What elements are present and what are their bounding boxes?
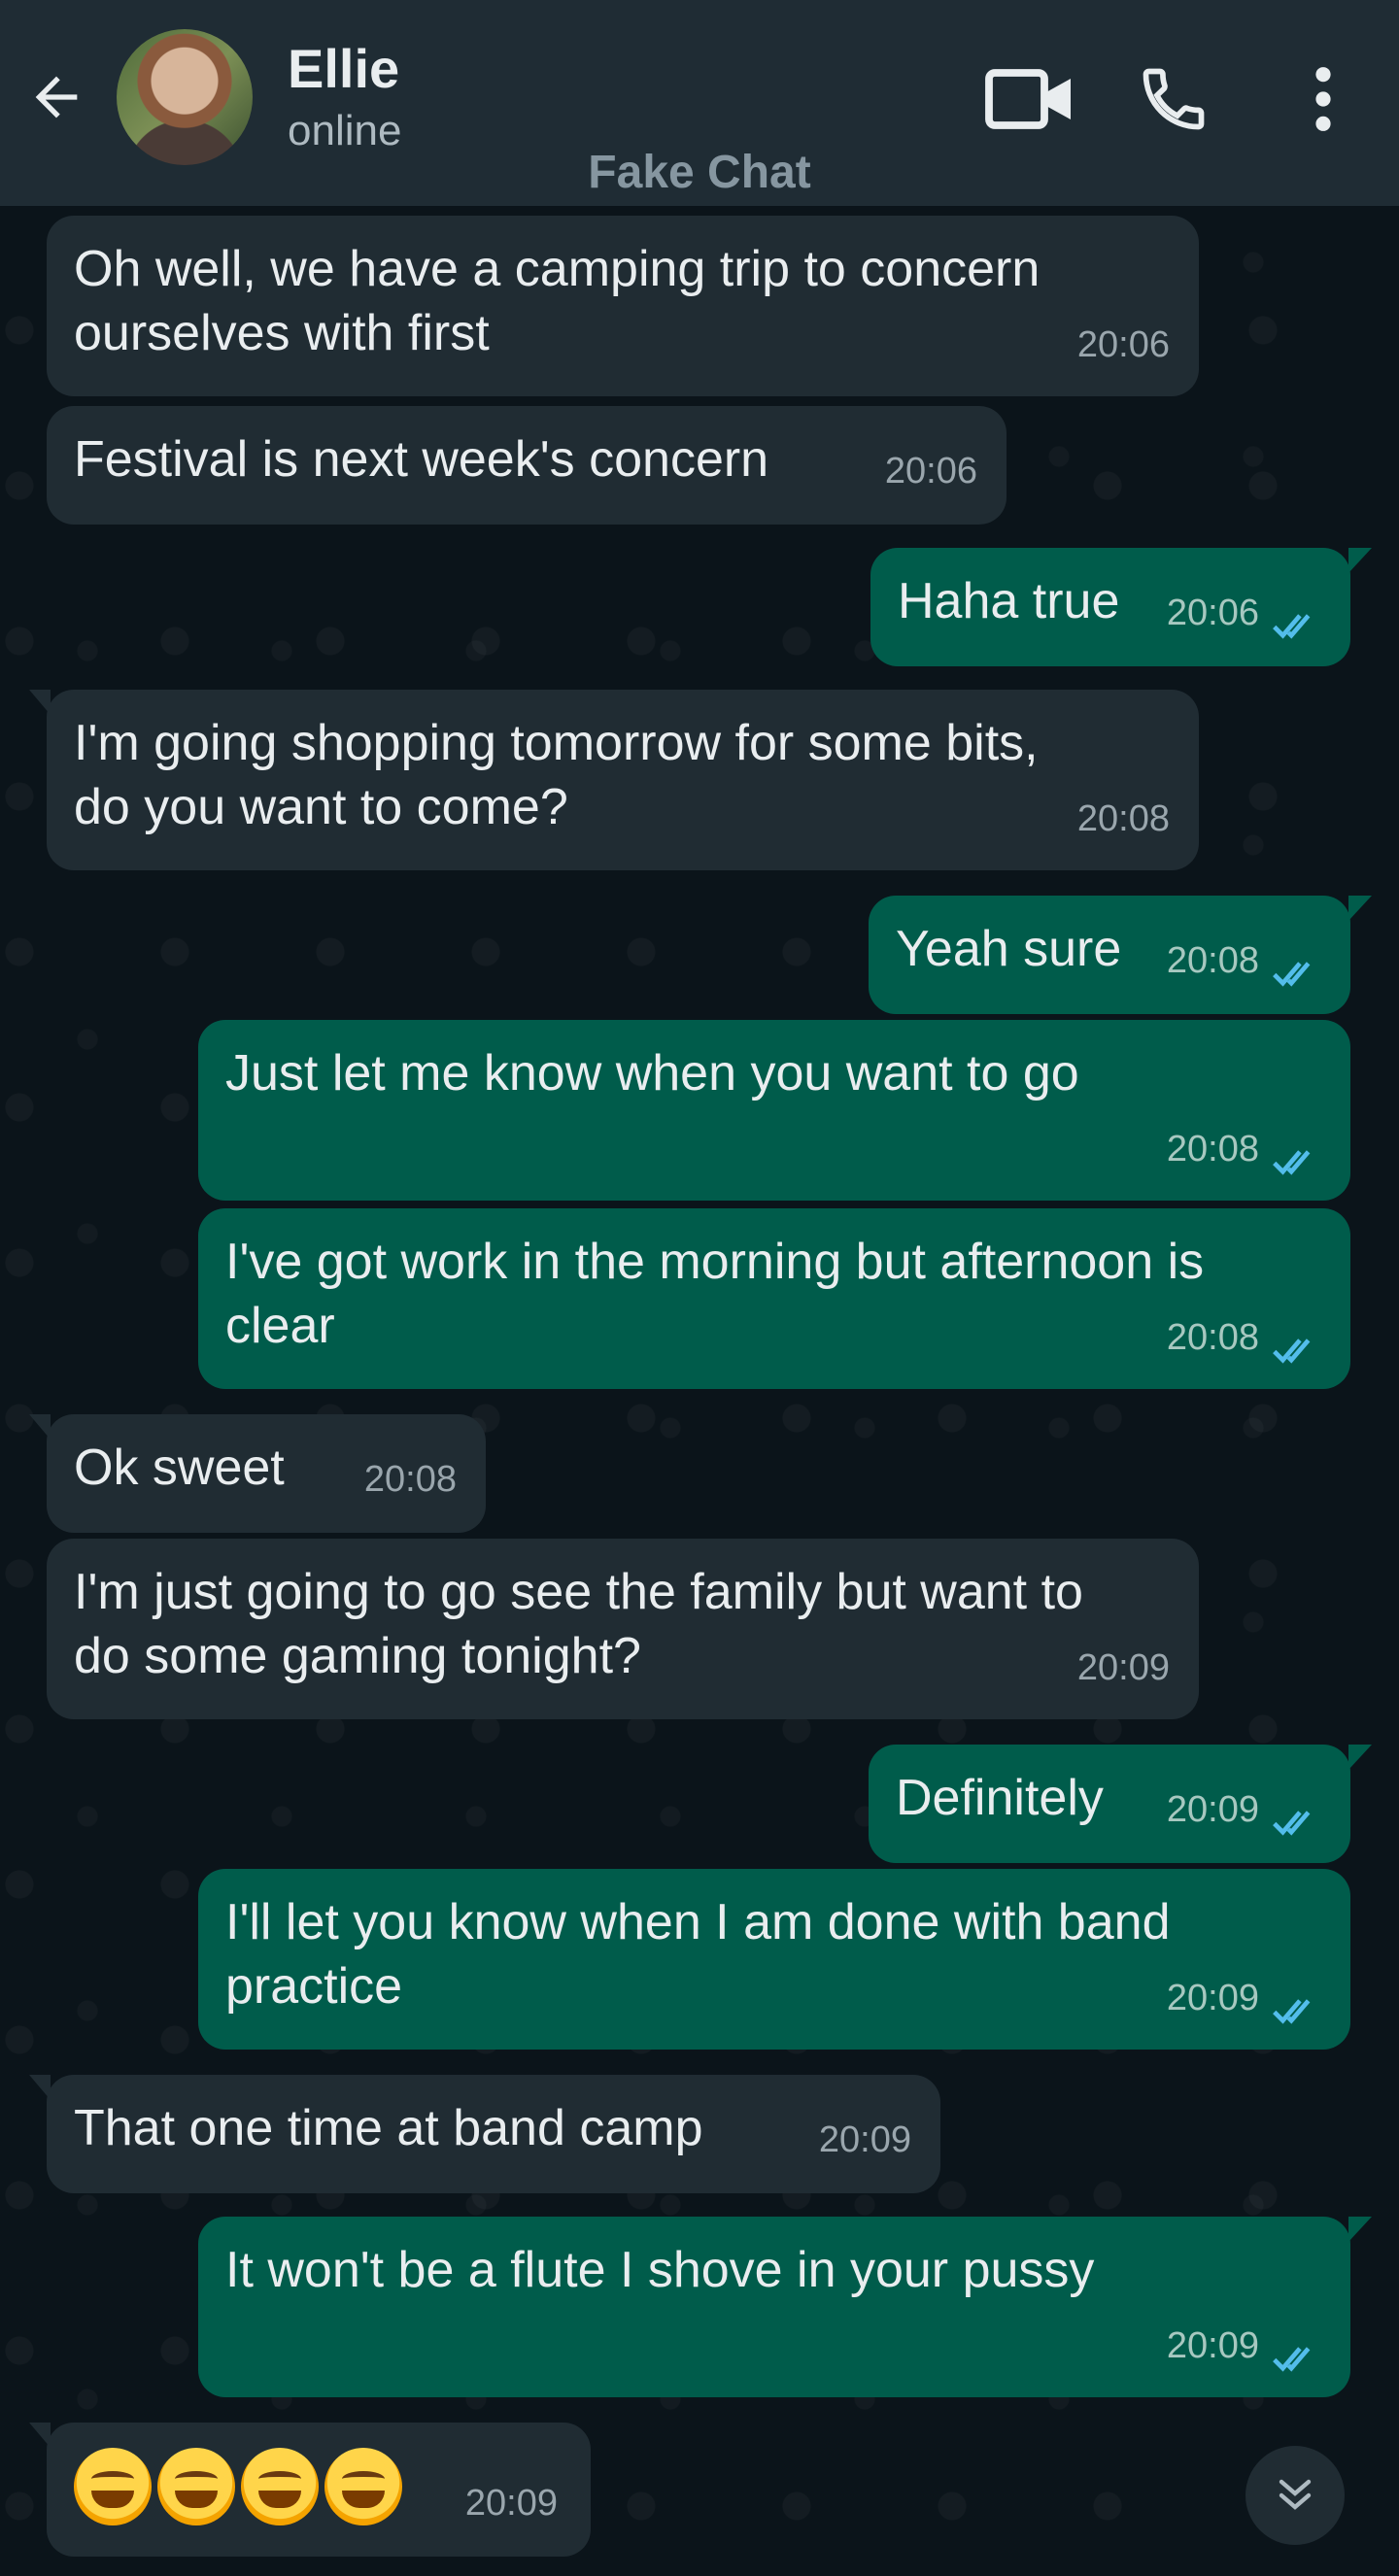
message-time: 20:08	[363, 1459, 457, 1500]
message-line: Just let me know when you want to go	[225, 1045, 1079, 1102]
message-time: 20:06	[884, 451, 977, 491]
message-time: 20:08	[1166, 1317, 1259, 1358]
message-time: 20:09	[464, 2483, 558, 2524]
message-line: I'll let you know when I am done with ba…	[225, 1894, 1171, 1950]
back-arrow-icon[interactable]	[25, 66, 87, 128]
message-line: ourselves with first	[74, 305, 490, 361]
message-bubble-outgoing[interactable]: Yeah sure 20:08	[869, 896, 1372, 1014]
message-time: 20:09	[818, 2119, 911, 2160]
message-bubble-outgoing[interactable]: I've got work in the morning but afterno…	[198, 1208, 1350, 1389]
video-call-icon[interactable]	[983, 64, 1076, 134]
message-time: 20:09	[1166, 2325, 1259, 2366]
read-ticks-icon	[1273, 1339, 1311, 1364]
bubble-tail	[29, 1414, 51, 1440]
rofl-emoji-icon	[324, 2448, 402, 2525]
message-line: Haha true	[898, 573, 1120, 629]
message-time: 20:08	[1166, 940, 1259, 981]
message-time: 20:08	[1166, 1129, 1259, 1169]
message-line: I'm going shopping tomorrow for some bit…	[74, 715, 1039, 771]
emoji-content	[74, 2448, 408, 2525]
scroll-to-bottom-button[interactable]	[1245, 2446, 1345, 2545]
message-bubble-incoming[interactable]: 20:09	[29, 2423, 591, 2557]
read-ticks-icon	[1273, 2347, 1311, 2372]
message-bubble-incoming[interactable]: Oh well, we have a camping trip to conce…	[47, 216, 1199, 396]
contact-name[interactable]: Ellie	[288, 37, 399, 100]
more-vert-icon[interactable]	[1304, 62, 1343, 136]
read-ticks-icon	[1273, 962, 1311, 987]
message-line: do you want to come?	[74, 779, 568, 835]
message-bubble-outgoing[interactable]: It won't be a flute I shove in your puss…	[198, 2217, 1372, 2397]
rofl-emoji-icon	[157, 2448, 235, 2525]
message-line: Yeah sure	[896, 921, 1122, 977]
message-line: practice	[225, 1958, 403, 2015]
read-ticks-icon	[1273, 1150, 1311, 1175]
message-time: 20:09	[1166, 1978, 1259, 2018]
message-line: Festival is next week's concern	[74, 431, 769, 488]
message-line: It won't be a flute I shove in your puss…	[225, 2242, 1095, 2298]
message-line: Ok sweet	[74, 1440, 285, 1496]
message-bubble-outgoing[interactable]: Definitely 20:09	[869, 1745, 1372, 1863]
message-line: I'm just going to go see the family but …	[74, 1564, 1083, 1620]
message-bubble-incoming[interactable]: Festival is next week's concern 20:06	[47, 406, 1007, 525]
phone-icon[interactable]	[1137, 62, 1211, 136]
message-time: 20:09	[1166, 1789, 1259, 1830]
bubble-tail	[29, 2423, 51, 2448]
message-line: Definitely	[896, 1770, 1104, 1826]
message-line: clear	[225, 1298, 335, 1354]
message-bubble-incoming[interactable]: I'm just going to go see the family but …	[47, 1539, 1199, 1719]
bubble-tail	[29, 690, 51, 715]
double-chevron-down-icon	[1279, 2479, 1312, 2510]
message-time: 20:06	[1166, 593, 1259, 633]
bubble-tail	[1348, 1745, 1372, 1770]
message-bubble-outgoing[interactable]: I'll let you know when I am done with ba…	[198, 1869, 1350, 2050]
message-line: I've got work in the morning but afterno…	[225, 1234, 1205, 1290]
message-time: 20:08	[1076, 798, 1170, 839]
rofl-emoji-icon	[241, 2448, 319, 2525]
watermark: Fake Chat	[588, 147, 811, 198]
message-bubble-incoming[interactable]: That one time at band camp 20:09	[29, 2075, 940, 2193]
message-bubble-outgoing[interactable]: Just let me know when you want to go 20:…	[198, 1020, 1350, 1201]
bubble-tail	[1348, 2217, 1372, 2242]
message-bubble-outgoing[interactable]: Haha true 20:06	[870, 548, 1372, 666]
rofl-emoji-icon	[74, 2448, 152, 2525]
message-line: do some gaming tonight?	[74, 1628, 641, 1684]
read-ticks-icon	[1273, 1811, 1311, 1836]
message-bubble-incoming[interactable]: Ok sweet 20:08	[29, 1414, 486, 1533]
message-time: 20:06	[1076, 324, 1170, 365]
bubble-tail	[29, 2075, 51, 2100]
avatar[interactable]	[117, 29, 253, 165]
message-time: 20:09	[1076, 1647, 1170, 1688]
message-bubble-incoming[interactable]: I'm going shopping tomorrow for some bit…	[29, 690, 1199, 870]
read-ticks-icon	[1273, 1999, 1311, 2024]
message-line: That one time at band camp	[74, 2100, 703, 2156]
bubble-tail	[1348, 548, 1372, 573]
read-ticks-icon	[1273, 614, 1311, 639]
bubble-tail	[1348, 896, 1372, 921]
message-line: Oh well, we have a camping trip to conce…	[74, 241, 1041, 297]
